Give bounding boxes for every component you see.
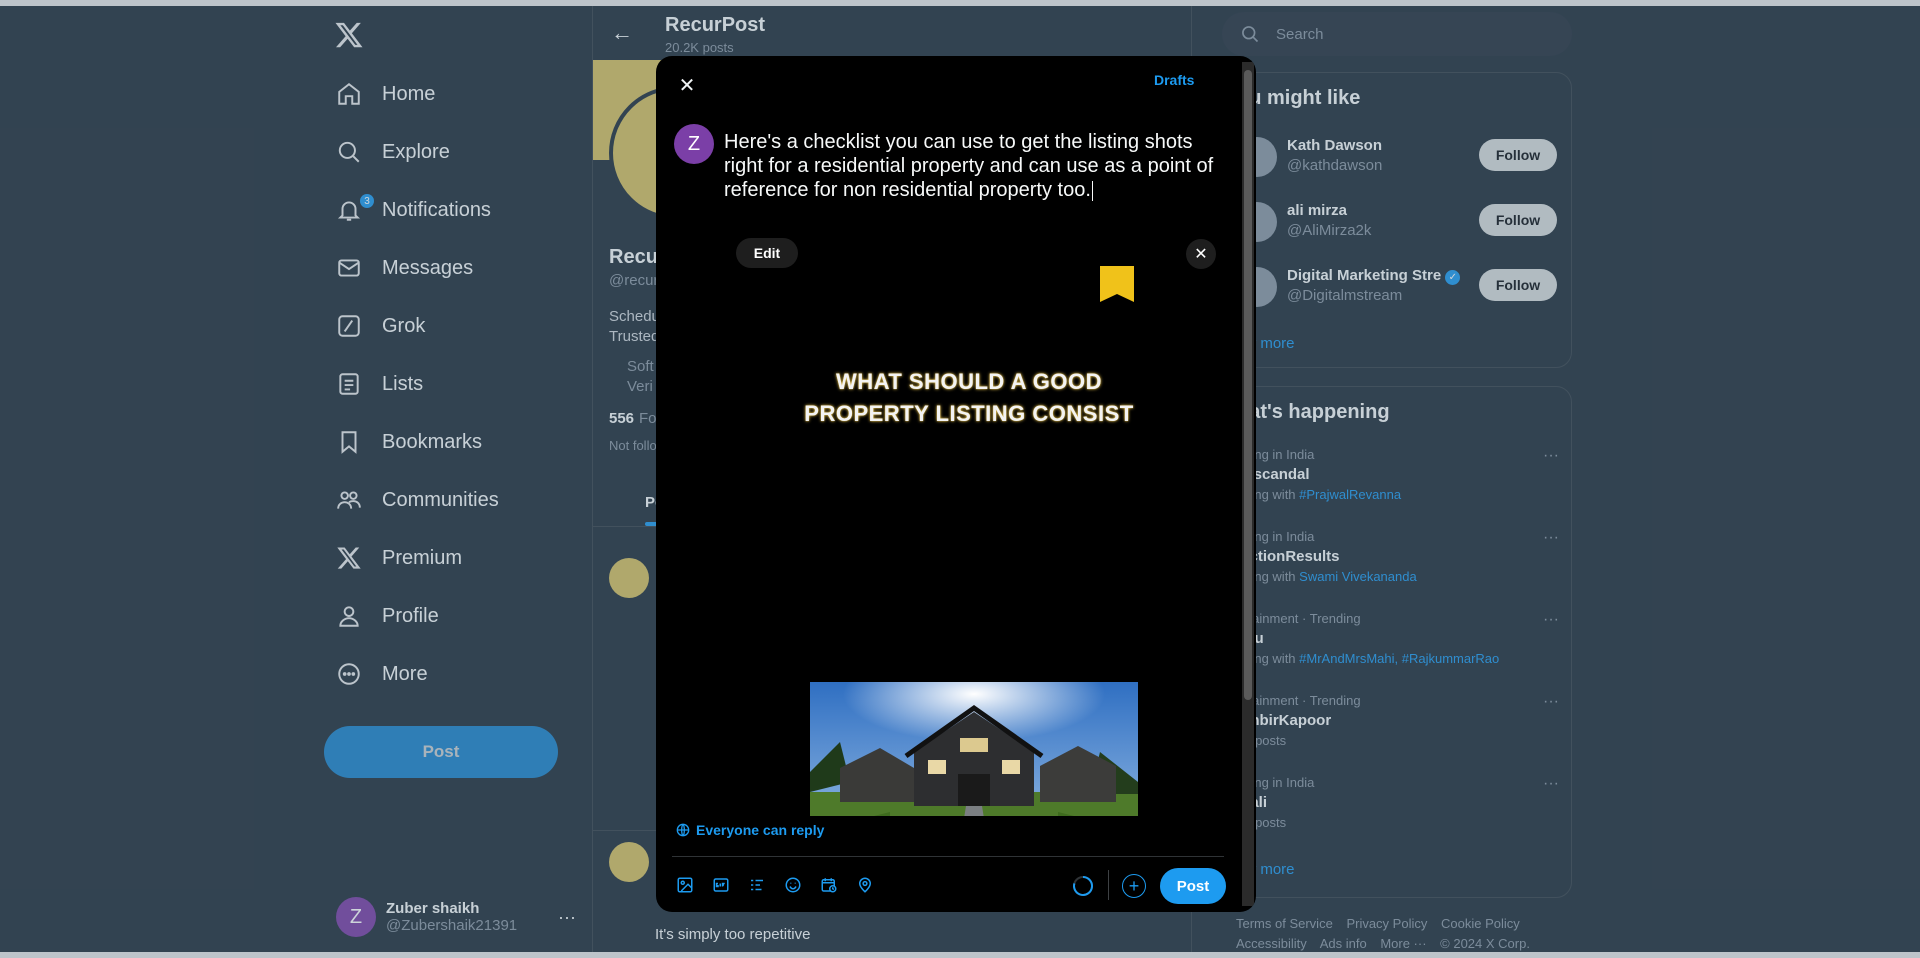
compose-textarea[interactable]: Here's a checklist you can use to get th… — [724, 130, 1216, 202]
edit-media-button[interactable]: Edit — [736, 238, 798, 268]
close-icon[interactable]: ✕ — [670, 68, 704, 102]
compose-toolbar — [674, 874, 876, 896]
gif-icon[interactable] — [710, 874, 732, 896]
modal-scrollbar[interactable] — [1242, 62, 1254, 906]
remove-media-button[interactable]: ✕ — [1186, 239, 1216, 269]
compose-modal: ✕ Drafts Z Here's a checklist you can us… — [656, 56, 1256, 912]
schedule-icon[interactable] — [818, 874, 840, 896]
avatar: Z — [674, 124, 714, 164]
globe-icon — [676, 823, 690, 837]
emoji-icon[interactable] — [782, 874, 804, 896]
location-icon[interactable] — [854, 874, 876, 896]
reply-setting-label: Everyone can reply — [696, 822, 825, 838]
toolbar-separator — [1108, 870, 1109, 900]
drafts-button[interactable]: Drafts — [1154, 72, 1194, 88]
compose-divider — [672, 856, 1224, 857]
bookmark-graphic-icon — [1100, 266, 1134, 302]
house-photo — [810, 682, 1138, 816]
post-button[interactable]: Post — [1160, 868, 1226, 904]
image-icon[interactable] — [674, 874, 696, 896]
poll-icon[interactable] — [746, 874, 768, 896]
text-cursor — [1091, 180, 1093, 201]
reply-setting[interactable]: Everyone can reply — [676, 822, 824, 838]
attached-media: Edit ✕ WHAT SHOULD A GOOD PROPERTY LISTI… — [724, 226, 1220, 816]
close-icon: ✕ — [1194, 246, 1208, 263]
add-post-icon[interactable]: + — [1122, 874, 1146, 898]
scrollbar-thumb[interactable] — [1244, 70, 1252, 700]
image-headline: WHAT SHOULD A GOOD PROPERTY LISTING CONS… — [804, 369, 1134, 426]
character-count-ring-icon — [1073, 876, 1094, 896]
